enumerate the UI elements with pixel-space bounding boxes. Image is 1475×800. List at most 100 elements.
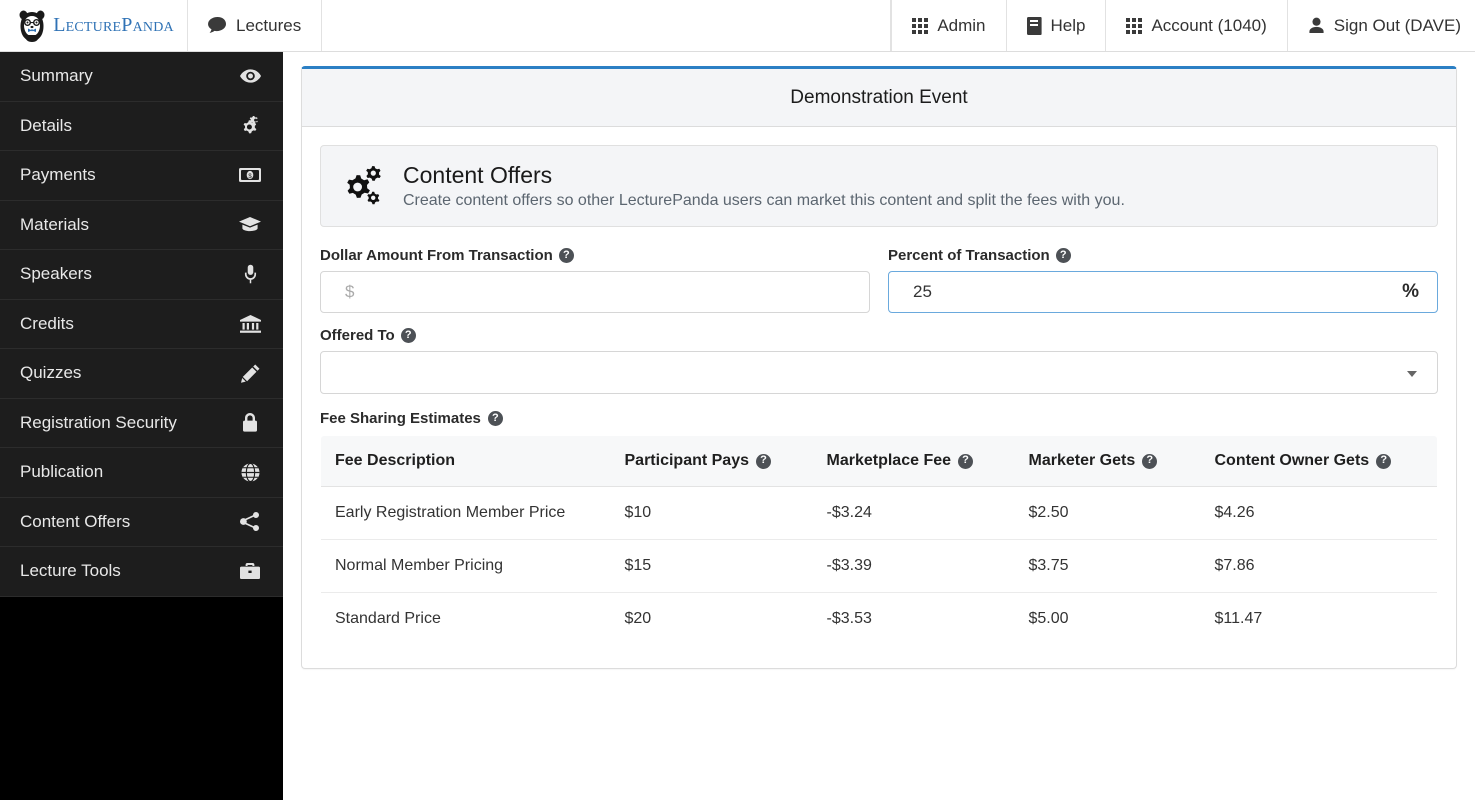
sidebar-item-publication[interactable]: Publication (0, 448, 283, 498)
main-content: Demonstration Event Content Offers Creat… (283, 52, 1475, 800)
banner-text-block: Content Offers Create content offers so … (403, 162, 1125, 210)
brand-logo-link[interactable]: LecturePanda (0, 0, 188, 51)
offered-to-label: Offered To ? (320, 327, 1438, 344)
nav-label-sign-out: Sign Out (DAVE) (1333, 15, 1461, 35)
share-icon (239, 512, 261, 532)
table-row: Standard Price $20 -$3.53 $5.00 $11.47 (321, 593, 1437, 646)
graduation-cap-icon (239, 215, 261, 235)
sidebar-item-quizzes[interactable]: Quizzes (0, 349, 283, 399)
top-navigation-bar: LecturePanda Lectures Admin Help Account… (0, 0, 1475, 52)
nav-right-group: Admin Help Account (1040) Sign Out (DAVE… (891, 0, 1475, 51)
sidebar-item-label: Speakers (20, 264, 92, 284)
gears-icon (339, 164, 385, 208)
sidebar-item-details[interactable]: Details (0, 101, 283, 151)
help-icon[interactable]: ? (958, 453, 974, 469)
nav-label-admin: Admin (937, 15, 986, 35)
content-offers-banner: Content Offers Create content offers so … (320, 145, 1438, 228)
nav-item-help[interactable]: Help (1005, 0, 1106, 51)
nav-item-admin[interactable]: Admin (891, 0, 1005, 51)
sidebar-item-label: Materials (20, 214, 89, 234)
sidebar-item-payments[interactable]: Payments $ (0, 151, 283, 201)
help-icon[interactable]: ? (487, 411, 503, 427)
microphone-icon (239, 264, 261, 284)
table-header-row: Fee Description Participant Pays ? Marke (321, 436, 1437, 488)
nav-label-lectures: Lectures (236, 15, 302, 35)
cell-marketer-gets: $3.75 (1014, 539, 1201, 594)
dollar-amount-inputbox[interactable] (320, 271, 870, 314)
banner-title: Content Offers (403, 162, 553, 188)
nav-label-account: Account (1040) (1151, 15, 1267, 35)
dollar-amount-input[interactable] (321, 272, 869, 313)
sidebar-item-credits[interactable]: Credits (0, 299, 283, 349)
fee-sharing-estimates-label-text: Fee Sharing Estimates (320, 410, 481, 428)
sidebar-item-label: Publication (20, 462, 104, 482)
cell-marketplace-fee: -$3.24 (812, 486, 1015, 541)
help-icon[interactable]: ? (400, 328, 416, 344)
cell-fee-description: Standard Price (335, 610, 441, 628)
column-header-participant-pays: Participant Pays ? (610, 436, 813, 488)
cell-content-owner-gets: $11.47 (1214, 610, 1263, 628)
cell-fee-description: Early Registration Member Price (321, 486, 611, 541)
help-icon[interactable]: ? (756, 453, 771, 469)
column-header-label: Content Owner Gets (1214, 452, 1370, 470)
sidebar-item-label: Details (20, 115, 72, 135)
sidebar-item-label: Content Offers (20, 511, 131, 531)
briefcase-icon (239, 561, 261, 581)
nav-item-sign-out[interactable]: Sign Out (DAVE) (1286, 0, 1475, 51)
cell-participant-pays: $15 (610, 539, 813, 594)
offered-to-label-text: Offered To (320, 327, 395, 345)
sidebar-item-materials[interactable]: Materials (0, 200, 283, 250)
book-icon (1026, 16, 1042, 35)
help-icon[interactable]: ? (558, 248, 574, 264)
sidebar: Summary Details Payments $ Materials Spe… (0, 52, 283, 800)
table-header: Fee Description Participant Pays ? Marke (321, 436, 1437, 488)
comment-icon (208, 17, 227, 34)
sidebar-item-label: Credits (20, 313, 74, 333)
cell-content-owner-gets: $7.86 (1200, 539, 1437, 594)
sidebar-item-content-offers[interactable]: Content Offers (0, 497, 283, 547)
sidebar-item-registration-security[interactable]: Registration Security (0, 398, 283, 448)
column-header-label: Fee Description (335, 452, 456, 470)
sidebar-item-speakers[interactable]: Speakers (0, 250, 283, 300)
gears-icon (239, 115, 261, 136)
amount-fields-row: Dollar Amount From Transaction ? Percent… (320, 247, 1438, 327)
offered-to-select[interactable] (320, 351, 1438, 395)
money-bill-icon: $ (239, 165, 261, 185)
percent-inputbox[interactable]: % (888, 271, 1438, 314)
nav-spacer (322, 0, 892, 51)
brand-name: LecturePanda (53, 14, 174, 36)
offered-to-field-group: Offered To ? (320, 327, 1438, 395)
content-offers-panel: Demonstration Event Content Offers Creat… (301, 66, 1457, 670)
panel-body: Content Offers Create content offers so … (302, 127, 1456, 668)
fee-sharing-estimates-label: Fee Sharing Estimates ? (320, 410, 1438, 427)
sidebar-item-label: Registration Security (20, 412, 177, 432)
eye-icon (239, 66, 261, 86)
sidebar-item-label: Lecture Tools (20, 561, 121, 581)
page-title: Demonstration Event (790, 86, 968, 108)
percent-label-text: Percent of Transaction (888, 247, 1050, 265)
cell-marketplace-fee: -$3.53 (826, 610, 872, 628)
percent-field-group: Percent of Transaction ? % (888, 247, 1438, 314)
cell-marketer-gets: $2.50 (1014, 486, 1201, 541)
nav-item-account[interactable]: Account (1040) (1105, 0, 1286, 51)
column-header-marketplace-fee: Marketplace Fee ? (812, 436, 1015, 488)
user-icon (1308, 17, 1325, 34)
percent-input[interactable] (889, 272, 1437, 313)
sidebar-item-summary[interactable]: Summary (0, 52, 283, 102)
dollar-amount-label: Dollar Amount From Transaction ? (320, 247, 870, 264)
help-icon[interactable]: ? (1142, 453, 1158, 469)
nav-item-lectures[interactable]: Lectures (188, 0, 323, 51)
column-header-label: Marketer Gets (1028, 452, 1136, 470)
cell-content-owner-gets: $4.26 (1200, 486, 1437, 541)
column-header-content-owner-gets: Content Owner Gets ? (1200, 436, 1437, 488)
help-icon[interactable]: ? (1055, 248, 1071, 264)
dollar-amount-label-text: Dollar Amount From Transaction (320, 247, 553, 265)
column-header-label: Participant Pays (624, 452, 750, 470)
sidebar-item-label: Quizzes (20, 363, 82, 383)
column-header-label: Marketplace Fee (826, 452, 952, 470)
help-icon[interactable]: ? (1376, 453, 1392, 469)
cell-fee-description: Normal Member Pricing (321, 539, 611, 594)
chevron-down-icon[interactable] (1407, 370, 1417, 377)
panda-logo-icon (17, 9, 47, 43)
sidebar-item-lecture-tools[interactable]: Lecture Tools (0, 547, 283, 597)
